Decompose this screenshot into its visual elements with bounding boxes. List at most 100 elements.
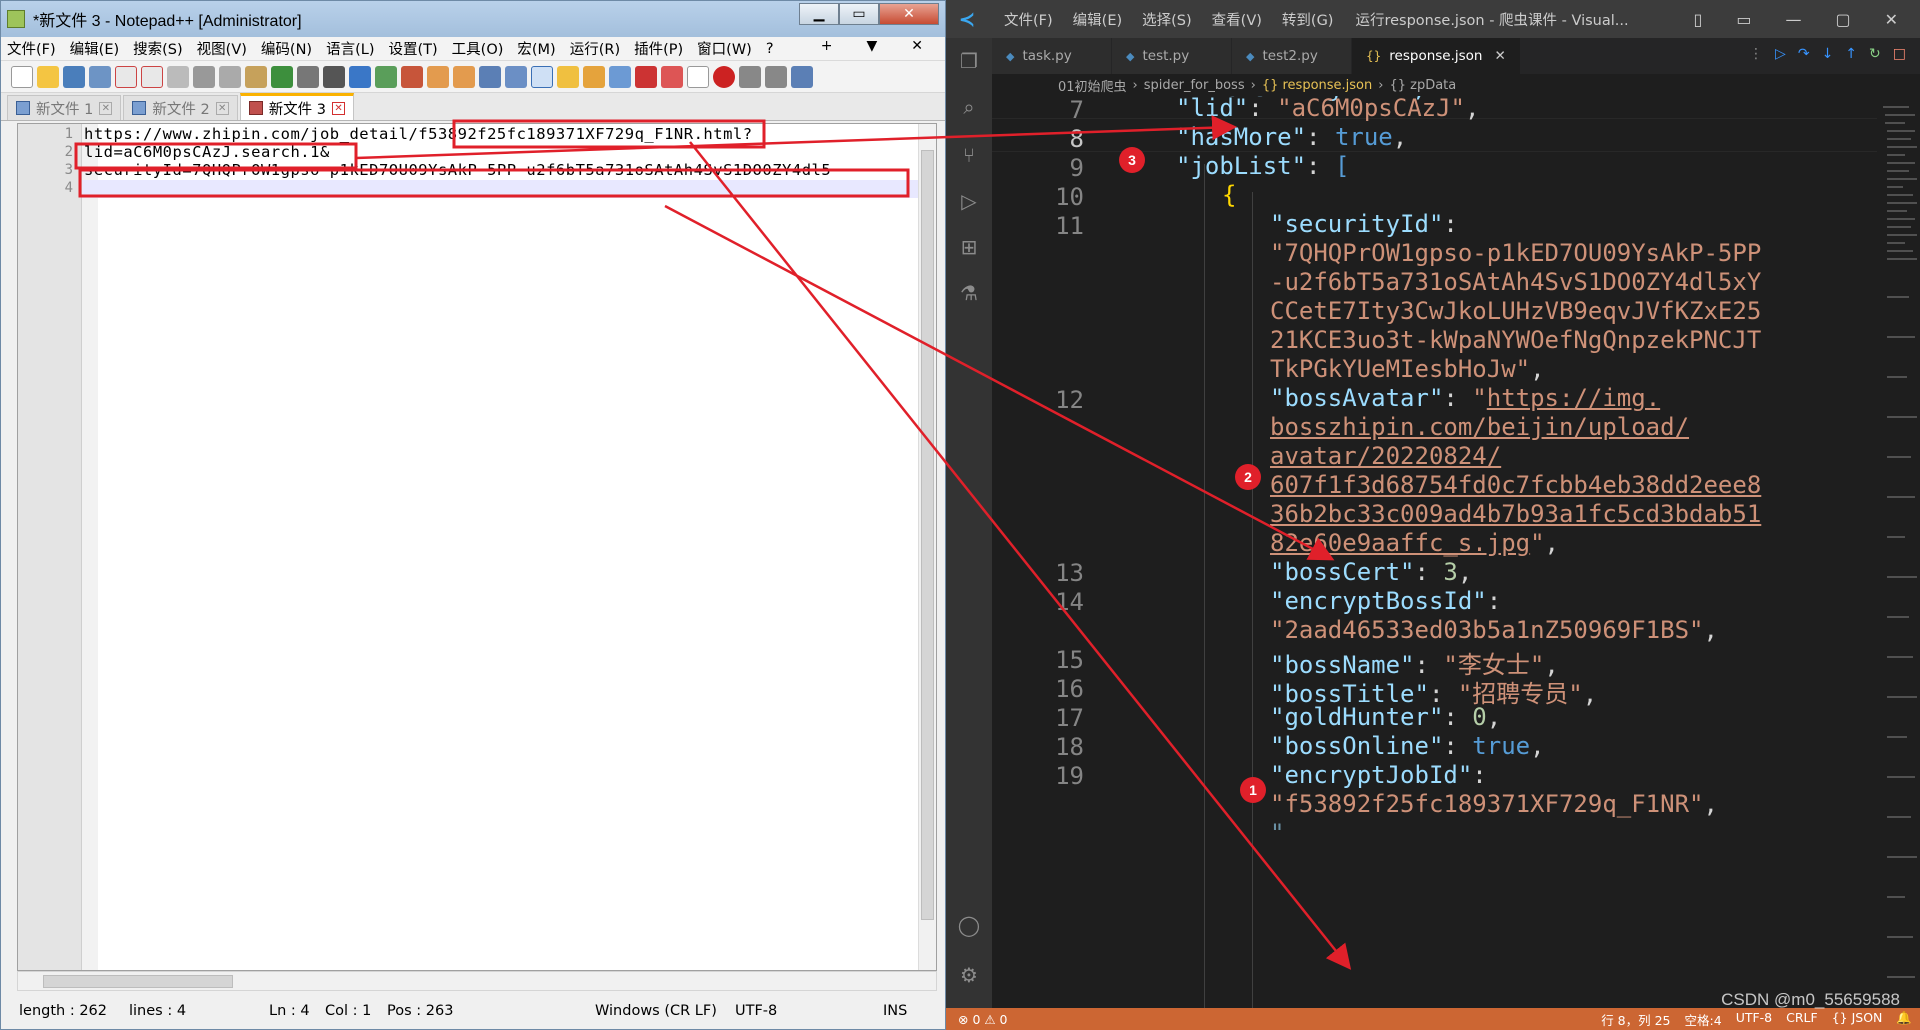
continue-icon[interactable]: ▷ xyxy=(1775,46,1786,62)
drag-handle-icon[interactable]: ⋮ xyxy=(1749,46,1763,62)
menu-macro[interactable]: 宏(M) xyxy=(517,38,555,59)
close-tab-icon[interactable]: ✕ xyxy=(911,38,923,54)
tab-new-file-3[interactable]: 新文件 3 ✕ xyxy=(239,93,355,120)
save-macro-icon[interactable] xyxy=(791,65,813,88)
copy-icon[interactable] xyxy=(219,65,241,88)
breadcrumb-item[interactable]: spider_for_boss xyxy=(1144,78,1245,93)
tab-test-py[interactable]: ◆ test.py xyxy=(1112,38,1232,74)
record-macro-icon[interactable] xyxy=(687,65,709,88)
word-wrap-icon[interactable] xyxy=(479,65,501,88)
show-all-chars-icon[interactable] xyxy=(505,65,527,88)
menu-edit[interactable]: 编辑(E) xyxy=(70,38,119,59)
minimize-icon[interactable]: — xyxy=(1785,10,1801,29)
horizontal-scrollbar[interactable] xyxy=(17,971,937,991)
monitor-icon[interactable] xyxy=(661,65,683,88)
zoom-in-icon[interactable] xyxy=(375,65,397,88)
function-list-icon[interactable] xyxy=(609,65,631,88)
find-icon[interactable] xyxy=(323,65,345,88)
source-control-icon[interactable]: ⑂ xyxy=(956,142,982,168)
json-avatar-link-part[interactable]: 607f1f3d68754fd0c7fcbb4eb38dd2eee8 xyxy=(1270,471,1761,499)
status-cursor-position[interactable]: 行 8，列 25 xyxy=(1601,1010,1670,1029)
account-icon[interactable]: ◯ xyxy=(956,912,982,938)
status-encoding[interactable]: UTF-8 xyxy=(735,1003,777,1019)
breadcrumb-item[interactable]: 01初始爬虫 xyxy=(1058,76,1127,95)
paste-icon[interactable] xyxy=(245,65,267,88)
horizontal-scroll-thumb[interactable] xyxy=(43,975,233,988)
close-file-icon[interactable] xyxy=(115,65,137,88)
tab-list-icon[interactable]: ▼ xyxy=(866,38,877,54)
maximize-button[interactable]: ▭ xyxy=(839,3,879,25)
notifications-icon[interactable]: 🔔 xyxy=(1896,1010,1912,1029)
vscode-editor[interactable]: "filterString": "", 7 8 9 10 11 12 13 14… xyxy=(992,96,1877,1008)
redo-icon[interactable] xyxy=(297,65,319,88)
vertical-scroll-thumb[interactable] xyxy=(921,150,934,920)
menu-tools[interactable]: 工具(O) xyxy=(452,38,504,59)
breadcrumb-item[interactable]: {} response.json xyxy=(1262,78,1372,93)
menu-settings[interactable]: 设置(T) xyxy=(388,38,437,59)
lang-icon[interactable] xyxy=(557,65,579,88)
close-tab-icon[interactable]: ✕ xyxy=(215,101,229,115)
tab-new-file-2[interactable]: 新文件 2 ✕ xyxy=(123,95,238,120)
indent-guide-icon[interactable] xyxy=(531,65,553,88)
extensions-icon[interactable]: ⊞ xyxy=(956,234,982,260)
explorer-icon[interactable]: ❐ xyxy=(956,48,982,74)
sync-v-icon[interactable] xyxy=(427,65,449,88)
status-indentation[interactable]: 空格:4 xyxy=(1685,1010,1722,1029)
vs-menu-edit[interactable]: 编辑(E) xyxy=(1073,9,1122,30)
breadcrumb-item[interactable]: {} zpData xyxy=(1389,78,1456,93)
settings-gear-icon[interactable]: ⚙ xyxy=(956,962,982,988)
close-tab-icon[interactable]: ✕ xyxy=(99,101,113,115)
run-macro-multiple-icon[interactable] xyxy=(765,65,787,88)
new-tab-icon[interactable]: + xyxy=(821,38,833,54)
new-file-icon[interactable] xyxy=(11,65,33,88)
problems-indicator[interactable]: ⊗ 0 ⚠ 0 xyxy=(958,1012,1008,1027)
tab-test2-py[interactable]: ◆ test2.py xyxy=(1232,38,1352,74)
status-eol[interactable]: Windows (CR LF) xyxy=(595,1003,717,1019)
restore-icon[interactable]: ▢ xyxy=(1835,10,1850,29)
step-over-icon[interactable]: ↷ xyxy=(1798,46,1810,62)
json-avatar-link-part[interactable]: bosszhipin.com/beijin/upload/ xyxy=(1270,413,1689,441)
cut-icon[interactable] xyxy=(193,65,215,88)
status-mode[interactable]: INS xyxy=(883,1003,907,1019)
json-avatar-link-part[interactable]: 36b2bc33c009ad4b7b93a1fc5cd3bdab51 xyxy=(1270,500,1761,528)
tab-response-json[interactable]: {} response.json ✕ xyxy=(1352,38,1521,74)
menu-help[interactable]: ? xyxy=(766,41,774,57)
json-avatar-link-part[interactable]: avatar/20220824/ xyxy=(1270,442,1501,470)
save-icon[interactable] xyxy=(63,65,85,88)
undo-icon[interactable] xyxy=(271,65,293,88)
menu-plugins[interactable]: 插件(P) xyxy=(634,38,683,59)
stop-icon[interactable]: □ xyxy=(1893,46,1906,62)
menu-run[interactable]: 运行(R) xyxy=(570,38,620,59)
close-all-icon[interactable] xyxy=(141,65,163,88)
minimize-button[interactable]: ▁ xyxy=(799,3,839,25)
vs-menu-view[interactable]: 查看(V) xyxy=(1212,9,1262,30)
close-tab-icon[interactable]: ✕ xyxy=(332,101,346,115)
toggle-sidebar-icon[interactable]: ▯ xyxy=(1694,10,1703,29)
tab-new-file-1[interactable]: 新文件 1 ✕ xyxy=(7,95,122,120)
menu-window[interactable]: 窗口(W) xyxy=(697,38,752,59)
save-all-icon[interactable] xyxy=(89,65,111,88)
doc-map-icon[interactable] xyxy=(583,65,605,88)
sync-h-icon[interactable] xyxy=(453,65,475,88)
minimap[interactable] xyxy=(1877,96,1920,1008)
close-tab-icon[interactable]: ✕ xyxy=(1495,48,1506,64)
step-out-icon[interactable]: ↑ xyxy=(1845,46,1857,62)
step-into-icon[interactable]: ↓ xyxy=(1822,46,1834,62)
status-eol[interactable]: CRLF xyxy=(1786,1010,1818,1029)
vs-menu-goto[interactable]: 转到(G) xyxy=(1282,9,1334,30)
testing-icon[interactable]: ⚗ xyxy=(956,280,982,306)
notepad-titlebar[interactable]: *新文件 3 - Notepad++ [Administrator] ▁ ▭ ✕ xyxy=(1,1,945,37)
status-encoding[interactable]: UTF-8 xyxy=(1736,1010,1772,1029)
json-avatar-link-part[interactable]: 82e60e9aaffc_s.jpg", xyxy=(1270,529,1559,557)
menu-encoding[interactable]: 编码(N) xyxy=(261,38,312,59)
menu-file[interactable]: 文件(F) xyxy=(7,38,56,59)
run-debug-icon[interactable]: ▷ xyxy=(956,188,982,214)
toggle-panel-icon[interactable]: ▭ xyxy=(1736,10,1751,29)
vertical-scrollbar[interactable] xyxy=(918,124,936,970)
folder-workspace-icon[interactable] xyxy=(635,65,657,88)
vs-menu-select[interactable]: 选择(S) xyxy=(1142,9,1192,30)
close-icon[interactable]: ✕ xyxy=(1885,10,1898,29)
menu-search[interactable]: 搜索(S) xyxy=(133,38,183,59)
tab-task-py[interactable]: ◆ task.py xyxy=(992,38,1112,74)
replace-icon[interactable] xyxy=(349,65,371,88)
